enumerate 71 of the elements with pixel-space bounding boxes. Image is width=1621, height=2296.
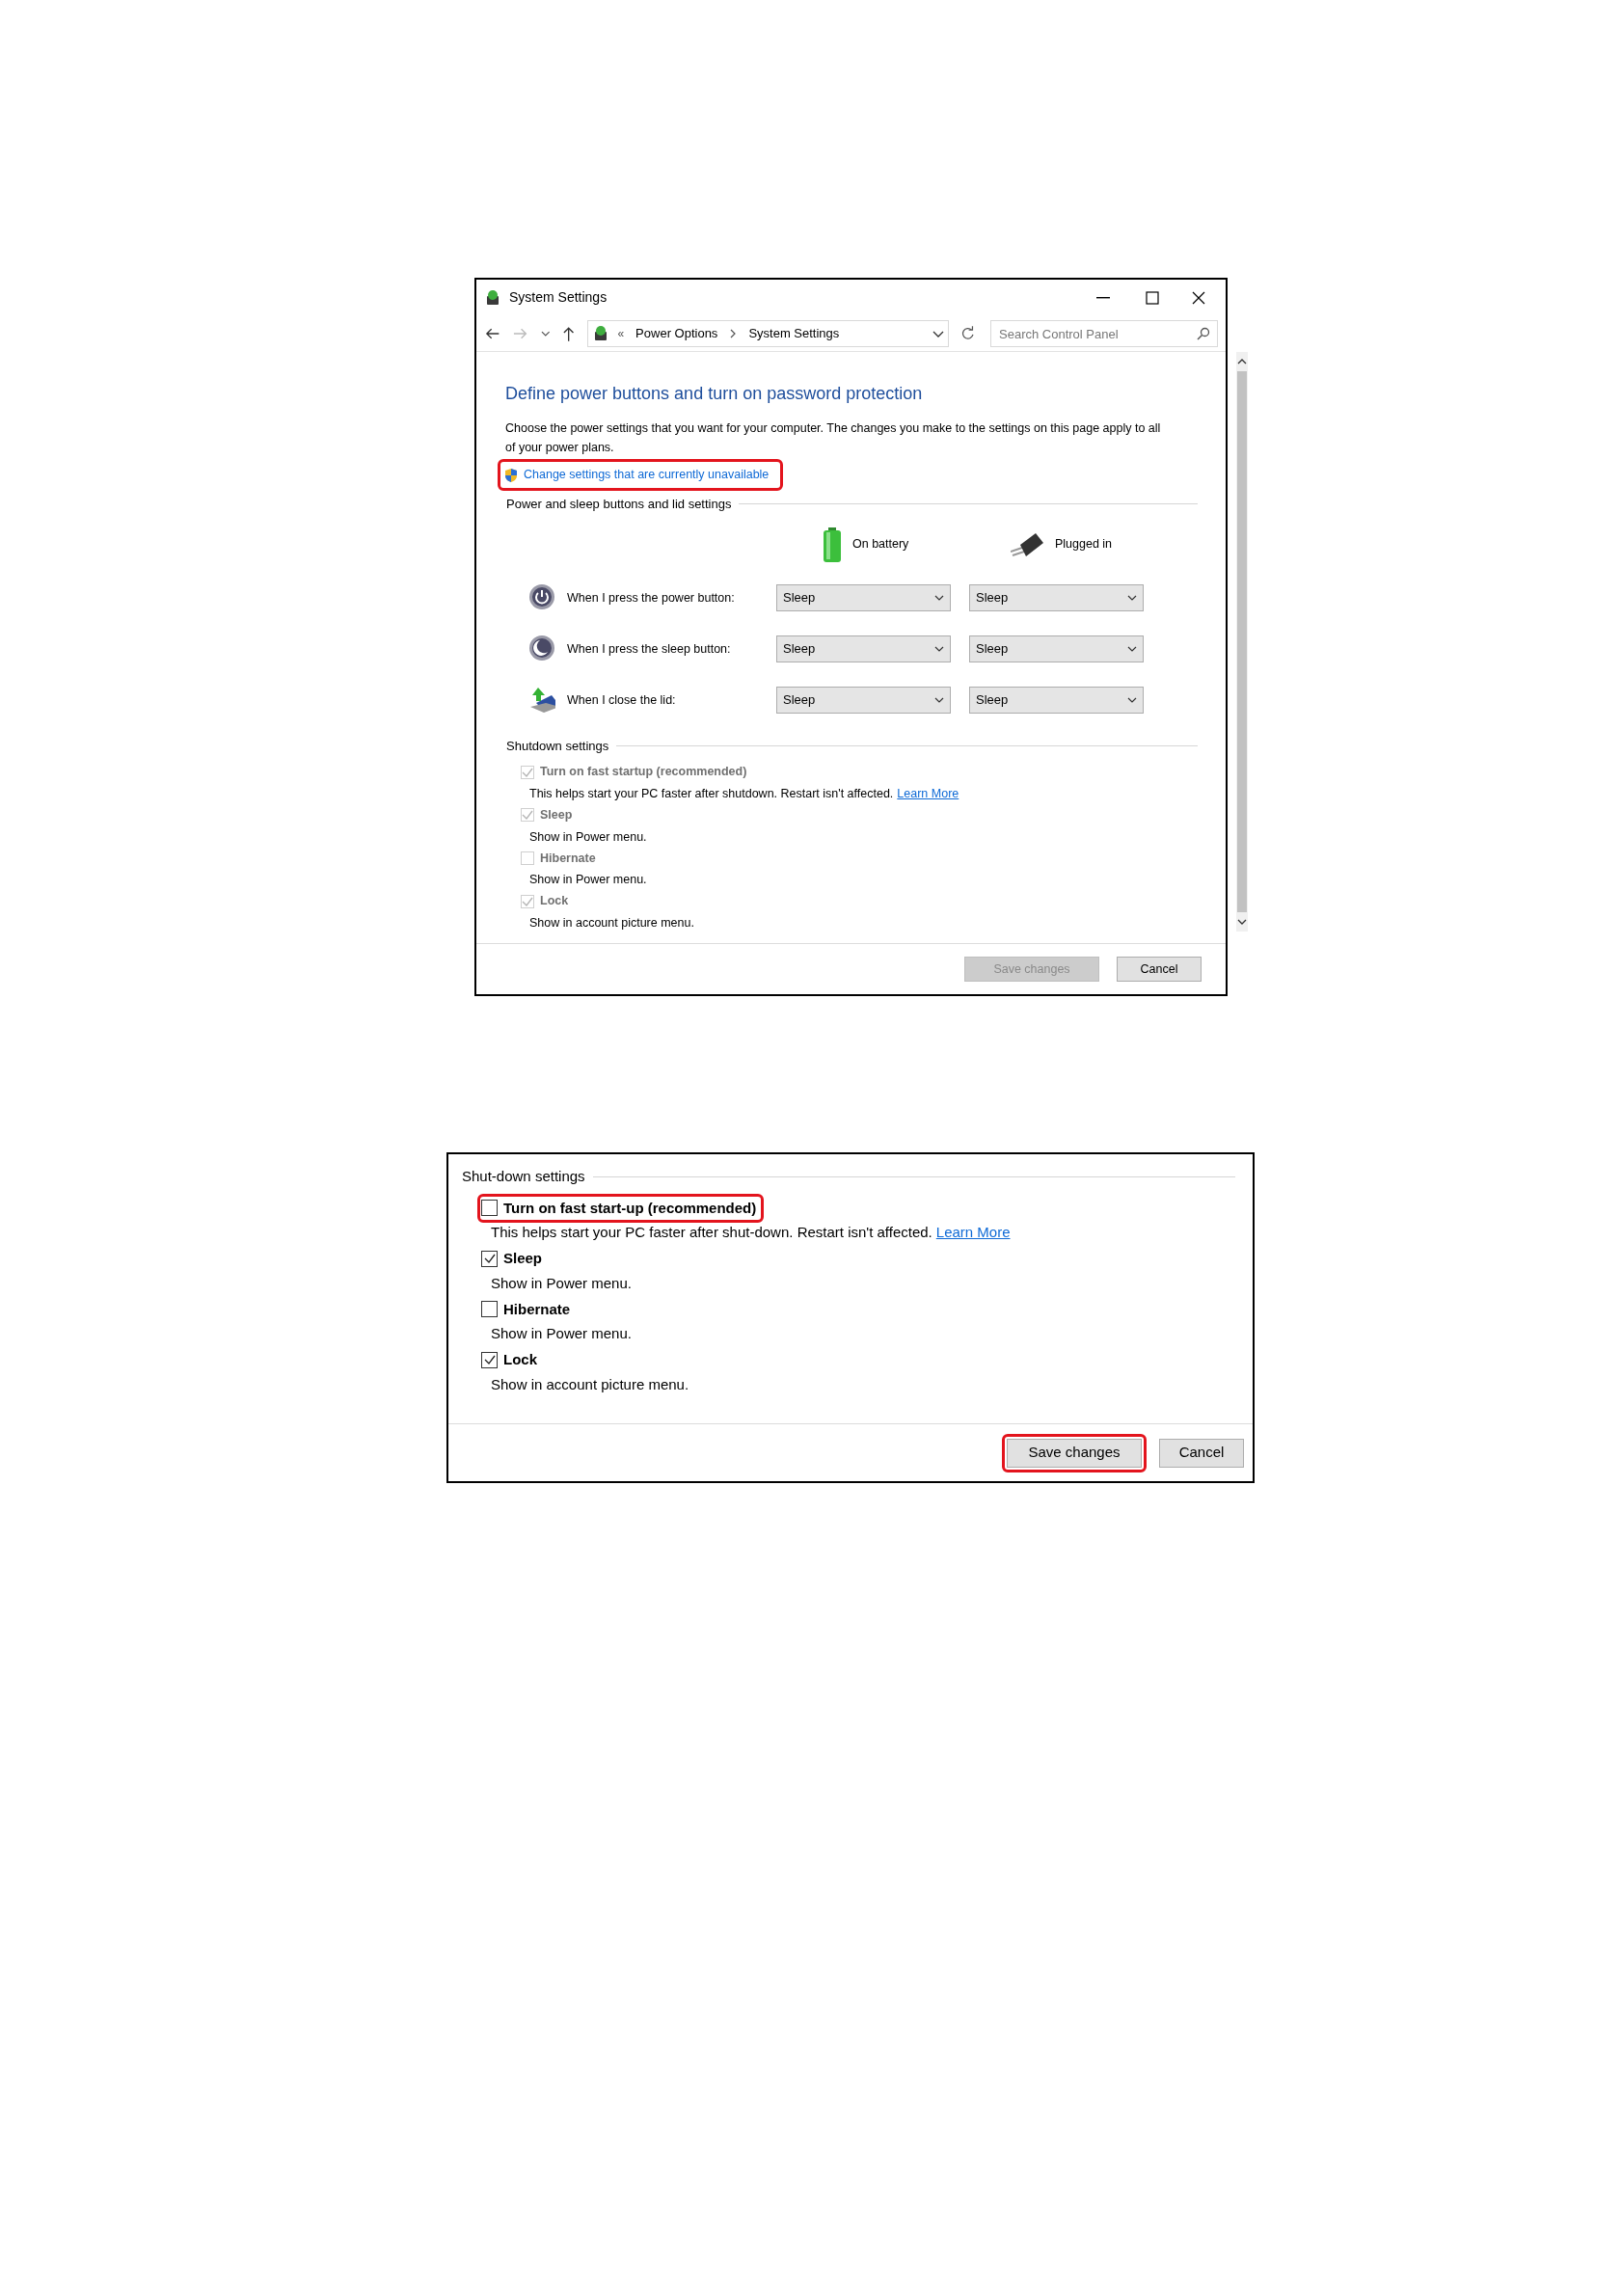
section-title: Power and sleep buttons and lid settings [506, 496, 732, 514]
check-icon [522, 766, 533, 778]
dropdown[interactable]: Sleep [969, 584, 1144, 612]
breadcrumb-item[interactable]: System Settings [744, 324, 844, 343]
setting-label: When I press the power button: [567, 589, 736, 607]
minimize-icon [1096, 296, 1110, 299]
dropdown-value: Sleep [976, 691, 1009, 710]
column-label: Plugged in [1055, 536, 1113, 554]
dropdown[interactable]: Sleep [969, 635, 1144, 663]
close-icon [1191, 289, 1206, 306]
check-icon [483, 1354, 496, 1366]
dropdown[interactable]: Sleep [776, 687, 951, 715]
refresh-icon [959, 326, 975, 342]
check-icon [522, 809, 533, 822]
checkbox-label: Lock [503, 1350, 538, 1369]
dropdown[interactable]: Sleep [776, 584, 951, 612]
dropdown[interactable]: Sleep [969, 687, 1144, 715]
checkbox-label: Lock [540, 893, 570, 910]
option-description: Show in Power menu. [491, 1324, 632, 1343]
app-icon [484, 288, 501, 307]
option-description: This helps start your PC faster after shutdown. Restart isn't affected. [529, 785, 894, 802]
description-text: Choose the power settings that you want for your computer. The changes you make to the settings on this page apply to all of your power plans. [505, 420, 1162, 457]
breadcrumb-overflow[interactable]: « [617, 325, 625, 343]
learn-more-link[interactable]: Learn More [935, 1223, 1011, 1242]
dropdown-value: Sleep [976, 640, 1009, 659]
footer-button[interactable]: Cancel [1117, 957, 1202, 983]
checkbox[interactable] [481, 1200, 498, 1217]
search-field[interactable]: Search Control Panel [990, 320, 1218, 348]
checkbox-label: Turn on fast startup (recommended) [540, 764, 748, 781]
checkbox-label: Turn on fast start-up (recommended) [503, 1198, 758, 1218]
checkbox-label: Sleep [503, 1249, 544, 1268]
window-title: System Settings [509, 288, 608, 308]
shield-icon [504, 467, 518, 483]
dropdown-value: Sleep [783, 589, 816, 608]
checkbox[interactable] [481, 1351, 498, 1368]
option-description: Show in account picture menu. [529, 915, 694, 932]
admin-settings-link[interactable]: Change settings that are currently unavailable [524, 466, 777, 485]
check-icon [483, 1253, 496, 1265]
checkbox[interactable] [481, 1250, 498, 1267]
option-description: Show in Power menu. [529, 828, 647, 846]
checkbox-label: Sleep [540, 806, 574, 824]
page-heading: Define power buttons and turn on password protection [505, 383, 924, 406]
section-title: Shutdown settings [506, 737, 609, 755]
option-description: Show in account picture menu. [491, 1374, 689, 1394]
search-icon [1197, 327, 1210, 341]
section-title: Shut-down settings [462, 1167, 585, 1186]
dropdown-value: Sleep [783, 691, 816, 710]
maximize-icon [1145, 289, 1160, 306]
laptop-lid-icon [528, 686, 555, 716]
dropdown[interactable]: Sleep [776, 635, 951, 663]
breadcrumb-item[interactable]: Power Options [632, 324, 722, 343]
chevron-right-icon [729, 328, 738, 340]
footer-button[interactable]: Save changes [1007, 1438, 1142, 1468]
address-bar[interactable]: « Power Options System Settings [587, 320, 949, 348]
footer-button[interactable]: Cancel [1159, 1438, 1244, 1468]
dropdown-value: Sleep [783, 640, 816, 659]
checkbox-label: Hibernate [540, 850, 597, 867]
checkbox-label: Hibernate [503, 1299, 572, 1319]
option-description: Show in Power menu. [529, 872, 647, 889]
check-icon [522, 895, 533, 907]
plug-icon [1011, 532, 1043, 556]
battery-icon [824, 527, 841, 562]
up-icon [561, 325, 577, 343]
scrollbar-thumb[interactable] [1237, 371, 1247, 913]
dropdown-value: Sleep [976, 589, 1009, 608]
option-description: This helps start your PC faster after shut-down. Restart isn't affected. [491, 1223, 932, 1242]
column-label: On battery [852, 536, 909, 554]
option-description: Show in Power menu. [491, 1273, 632, 1293]
setting-label: When I press the sleep button: [567, 640, 732, 658]
setting-label: When I close the lid: [567, 691, 677, 709]
checkbox[interactable] [481, 1301, 498, 1318]
